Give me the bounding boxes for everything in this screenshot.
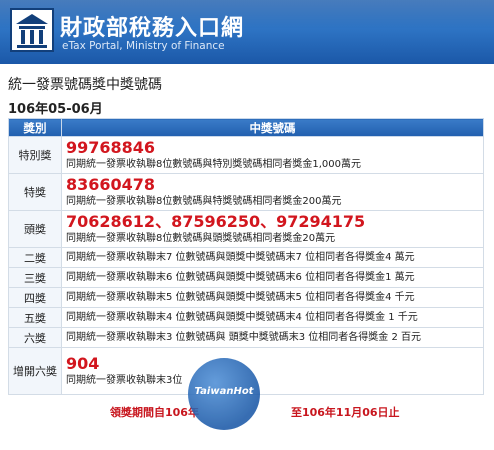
winning-number: 83660478 [66, 175, 156, 194]
prize-cell: 99768846 同期統一發票收執聯8位數號碼與特別獎號碼相同者獎金1,000萬… [61, 136, 484, 174]
prize-description: 同期統一發票收執聯末5 位數號碼與頭獎中獎號碼末5 位相同者各得獎金4 千元 [61, 287, 484, 308]
prize-description: 同期統一發票收執聯末3 位數號碼與 頭獎中獎號碼末3 位相同者各得獎金 2 百元 [61, 327, 484, 348]
table-row: 六獎 同期統一發票收執聯末3 位數號碼與 頭獎中獎號碼末3 位相同者各得獎金 2… [8, 327, 484, 348]
prize-category: 特別獎 [8, 136, 62, 174]
winning-number: 99768846 [66, 138, 156, 157]
prize-category: 六獎 [8, 327, 62, 348]
table-row: 二獎 同期統一發票收執聯末7 位數號碼與頭獎中獎號碼末7 位相同者各得獎金4 萬… [8, 247, 484, 268]
table-row: 五獎 同期統一發票收執聯末4 位數號碼與頭獎中獎號碼末4 位相同者各得獎金 1 … [8, 307, 484, 328]
header-category: 獎別 [8, 118, 62, 137]
site-subtitle: eTax Portal, Ministry of Finance [62, 40, 225, 52]
header-numbers: 中獎號碼 [61, 118, 484, 137]
prize-description: 同期統一發票收執聯末7 位數號碼與頭獎中獎號碼末7 位相同者各得獎金4 萬元 [61, 247, 484, 268]
table-row: 三獎 同期統一發票收執聯末6 位數號碼與頭獎中獎號碼末6 位相同者各得獎金1 萬… [8, 267, 484, 288]
table-header-row: 獎別 中獎號碼 [8, 118, 484, 137]
watermark-logo: TaiwanHot [188, 358, 260, 430]
prize-category: 四獎 [8, 287, 62, 308]
prize-description: 同期統一發票收執聯末4 位數號碼與頭獎中獎號碼末4 位相同者各得獎金 1 千元 [61, 307, 484, 328]
site-header: 財政部稅務入口網 eTax Portal, Ministry of Financ… [0, 0, 494, 64]
site-title[interactable]: 財政部稅務入口網 [60, 10, 244, 42]
table-row: 特獎 83660478 同期統一發票收執聯8位數號碼與特獎號碼相同者獎金200萬… [8, 173, 484, 211]
table-row: 四獎 同期統一發票收執聯末5 位數號碼與頭獎中獎號碼末5 位相同者各得獎金4 千… [8, 287, 484, 308]
prize-cell: 70628612、87596250、97294175 同期統一發票收執聯8位數號… [61, 210, 484, 248]
prize-description: 同期統一發票收執聯8位數號碼與特獎號碼相同者獎金200萬元 [66, 196, 342, 207]
prize-category: 特獎 [8, 173, 62, 211]
prize-cell: 904 同期統一發票收執聯末3位 [61, 347, 484, 395]
winning-number: 904 [66, 354, 100, 373]
prize-cell: 83660478 同期統一發票收執聯8位數號碼與特獎號碼相同者獎金200萬元 [61, 173, 484, 211]
watermark-text: TaiwanHot [194, 386, 254, 397]
prize-category: 增開六獎 [8, 347, 62, 395]
table-row: 頭獎 70628612、87596250、97294175 同期統一發票收執聯8… [8, 210, 484, 248]
prize-description: 同期統一發票收執聯8位數號碼與特別獎號碼相同者獎金1,000萬元 [66, 159, 361, 170]
period-label: 106年05-06月 [8, 102, 103, 117]
prize-category: 三獎 [8, 267, 62, 288]
prize-category: 二獎 [8, 247, 62, 268]
prize-category: 頭獎 [8, 210, 62, 248]
claim-period-end: 至106年11月06日止 [290, 406, 400, 419]
table-row: 特別獎 99768846 同期統一發票收執聯8位數號碼與特別獎號碼相同者獎金1,… [8, 136, 484, 174]
prize-description: 同期統一發票收執聯末3位 [66, 375, 183, 386]
prize-description: 同期統一發票收執聯末6 位數號碼與頭獎中獎號碼末6 位相同者各得獎金1 萬元 [61, 267, 484, 288]
page-heading: 統一發票號碼獎中獎號碼 [8, 77, 162, 93]
prize-description: 同期統一發票收執聯8位數號碼與頭獎號碼相同者獎金20萬元 [66, 233, 336, 244]
prize-table: 獎別 中獎號碼 特別獎 99768846 同期統一發票收執聯8位數號碼與特別獎號… [8, 118, 484, 395]
winning-number: 70628612、87596250、97294175 [66, 212, 366, 231]
ministry-emblem-icon[interactable] [10, 8, 54, 52]
claim-period-start: 領獎期間自106年 [110, 406, 199, 419]
prize-category: 五獎 [8, 307, 62, 328]
